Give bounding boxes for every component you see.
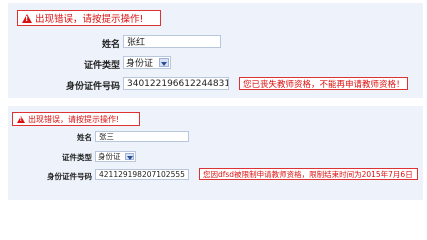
name-field[interactable]: 张三 [95,131,189,142]
id-type-selected-value: 身份证 [126,59,154,69]
id-type-select[interactable]: 身份证 [95,151,136,162]
name-label: 姓名 [101,40,120,50]
error-message: 出现错误，请按提示操作! [35,14,144,25]
id-number-label: 身份证件号码 [47,172,92,181]
warning-icon [22,13,32,23]
validation-message: 您已丧失教师资格，不能再申请教师资格！ [239,77,408,90]
error-banner: 出现错误，请按提示操作! [12,112,140,126]
warning-icon [17,115,25,123]
divider [0,100,427,103]
id-number-label: 身份证件号码 [65,82,120,92]
id-number-field[interactable]: 340122196612244831 [123,77,229,90]
form-panel-1: 出现错误，请按提示操作! 姓名 张红 证件类型 身份证 身份证件号码 34012… [8,3,423,98]
validation-message-text: 您已丧失教师资格，不能再申请教师资格！ [243,79,405,90]
validation-message-text: 您因dfsd被限制申请教师资格，限制结束时间为2015年7月6日 [203,169,413,179]
validation-message: 您因dfsd被限制申请教师资格，限制结束时间为2015年7月6日 [199,168,418,180]
name-field[interactable]: 张红 [123,35,221,48]
id-type-selected-value: 身份证 [98,152,121,161]
form-panel-2: 出现错误，请按提示操作! 姓名 张三 证件类型 身份证 身份证件号码 42112… [8,106,423,200]
error-message: 出现错误，请按提示操作! [28,114,120,124]
id-type-label: 证件类型 [62,153,92,162]
error-banner: 出现错误，请按提示操作! [17,10,161,26]
id-type-label: 证件类型 [83,61,120,71]
id-type-select[interactable]: 身份证 [123,56,171,69]
id-number-field[interactable]: 421129198207102555 [95,169,189,180]
name-label: 姓名 [77,133,92,142]
chevron-down-icon[interactable] [125,153,134,160]
chevron-down-icon[interactable] [159,58,169,67]
